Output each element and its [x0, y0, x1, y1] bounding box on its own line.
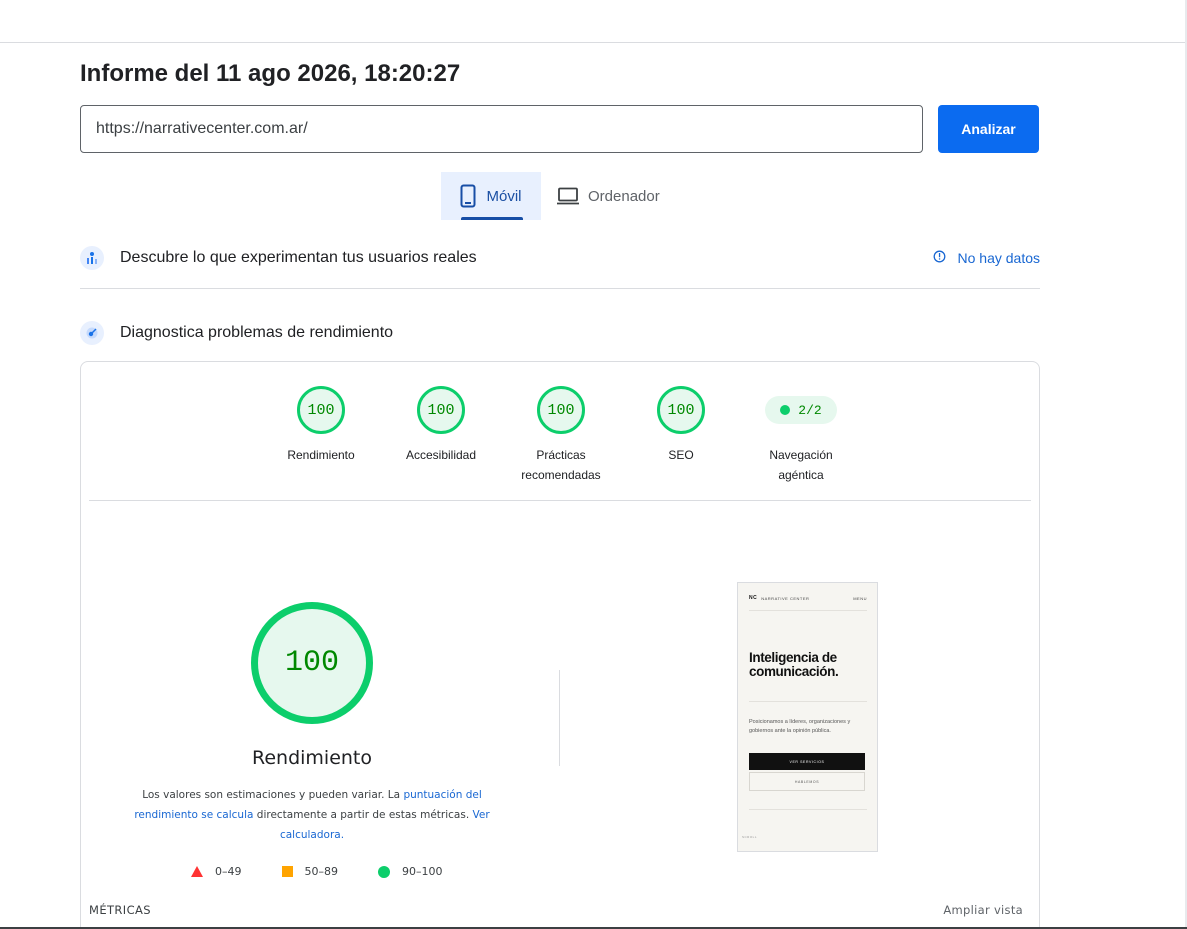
- tab-desktop[interactable]: Ordenador: [556, 172, 676, 220]
- score-label: Rendimiento: [287, 448, 355, 462]
- score-label: Prácticas recomendadas: [521, 448, 601, 482]
- triangle-icon: [191, 866, 203, 877]
- performance-title: Rendimiento: [251, 747, 372, 769]
- url-input[interactable]: [80, 105, 923, 153]
- no-data-link[interactable]: No hay datos: [933, 250, 1041, 266]
- diagnostics-card: 100 Rendimiento 100 Accesibilidad 100 Pr…: [80, 361, 1040, 929]
- shot-footer: SCROLL: [742, 835, 758, 839]
- score-value: 100: [537, 386, 585, 434]
- legend-average: 50–89: [281, 865, 338, 878]
- expand-view-toggle[interactable]: Ampliar vista: [943, 903, 1023, 917]
- score-value: 100: [657, 386, 705, 434]
- top-divider: [0, 42, 1187, 43]
- score-gauge-seo[interactable]: 100 SEO: [626, 386, 736, 465]
- metrics-heading: MÉTRICAS: [89, 903, 151, 917]
- active-tab-indicator: [461, 217, 523, 220]
- analyze-button[interactable]: Analizar: [938, 105, 1039, 153]
- agentic-value: 2/2: [798, 402, 822, 418]
- legend-pass: 90–100: [378, 865, 443, 878]
- no-data-label: No hay datos: [957, 250, 1041, 266]
- shot-headline: Inteligencia de comunicación.: [749, 650, 839, 679]
- crux-section-header: Descubre lo que experimentan tus usuario…: [80, 244, 1040, 272]
- tab-mobile[interactable]: Móvil: [441, 172, 541, 220]
- final-screenshot: NC NARRATIVE CENTER MENU Inteligencia de…: [737, 582, 878, 852]
- performance-gauge: 100: [251, 602, 373, 724]
- score-gauge-accessibility[interactable]: 100 Accesibilidad: [386, 386, 496, 465]
- shot-divider: [749, 610, 867, 611]
- shot-divider: [749, 701, 867, 702]
- report-title: Informe del 11 ago 2026, 18:20:27: [80, 60, 461, 87]
- score-agentic-navigation[interactable]: 2/2 Navegación agéntica: [746, 386, 856, 485]
- smartphone-icon: [460, 184, 476, 208]
- card-divider: [89, 500, 1031, 501]
- shot-secondary-cta: HABLEMOS: [749, 772, 865, 791]
- square-icon: [281, 866, 293, 877]
- section-divider: [80, 288, 1040, 289]
- laptop-icon: [556, 187, 580, 205]
- tab-mobile-label: Móvil: [486, 187, 522, 205]
- score-label: Accesibilidad: [405, 448, 477, 462]
- shot-description: Posicionamos a líderes, organizaciones y…: [749, 719, 851, 734]
- gauge-icon: [80, 321, 104, 345]
- legend-fail: 0–49: [191, 865, 242, 878]
- score-gauge-best-practices[interactable]: 100 Prácticas recomendadas: [506, 386, 616, 485]
- score-value: 100: [417, 386, 465, 434]
- shot-header: NC NARRATIVE CENTER MENU: [749, 595, 867, 601]
- performance-disclaimer: Los valores son estimaciones y pueden va…: [134, 789, 490, 841]
- tab-desktop-label: Ordenador: [588, 187, 660, 205]
- crux-section-title: Descubre lo que experimentan tus usuario…: [120, 249, 477, 266]
- shot-divider: [749, 809, 867, 810]
- score-value: 100: [297, 386, 345, 434]
- shot-primary-cta: VER SERVICIOS: [749, 753, 865, 770]
- score-label: Navegación agéntica: [769, 448, 833, 482]
- info-icon: [933, 250, 946, 266]
- circle-icon: [378, 865, 390, 878]
- vertical-divider: [559, 670, 560, 766]
- score-label: SEO: [668, 448, 694, 462]
- pass-dot-icon: [780, 405, 791, 415]
- score-legend: 0–49 50–89 90–100: [191, 865, 483, 878]
- diagnostics-section-title: Diagnostica problemas de rendimiento: [120, 324, 394, 341]
- diagnostics-section-header: Diagnostica problemas de rendimiento: [80, 319, 1040, 347]
- agentic-pill: 2/2: [765, 396, 837, 424]
- users-chart-icon: [80, 246, 104, 270]
- score-gauge-performance[interactable]: 100 Rendimiento: [266, 386, 376, 465]
